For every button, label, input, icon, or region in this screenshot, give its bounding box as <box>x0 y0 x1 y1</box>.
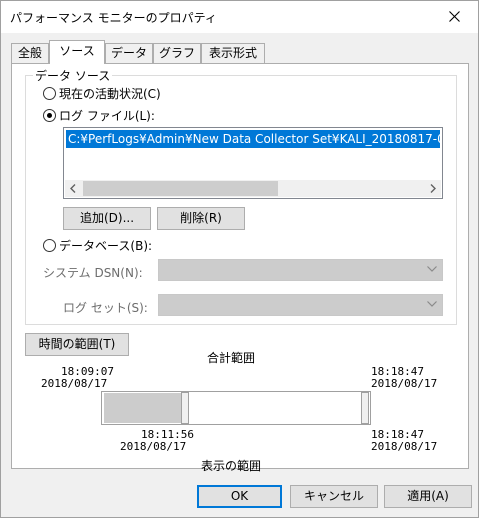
radio-indicator-checked <box>43 109 56 122</box>
ok-button[interactable]: OK <box>197 485 282 508</box>
system-dsn-label: システム DSN(N): <box>43 266 143 280</box>
add-button[interactable]: 追加(D)... <box>63 207 151 230</box>
tab-data[interactable]: データ <box>105 43 153 63</box>
radio-log-files[interactable]: ログ ファイル(L): <box>43 107 155 124</box>
tab-appearance[interactable]: 表示形式 <box>201 43 265 63</box>
range-end-handle[interactable] <box>361 392 369 424</box>
radio-current-activity[interactable]: 現在の活動状況(C) <box>43 85 161 102</box>
horizontal-scrollbar[interactable] <box>65 180 441 197</box>
range-start-handle[interactable] <box>181 392 189 424</box>
tab-source[interactable]: ソース <box>49 40 105 64</box>
data-source-group-title: データ ソース <box>33 67 113 84</box>
system-dsn-dropdown[interactable] <box>158 259 443 281</box>
chevron-down-icon <box>427 301 437 307</box>
log-set-label: ログ セット(S): <box>63 301 148 315</box>
scrollbar-thumb[interactable] <box>83 181 278 196</box>
time-range-button[interactable]: 時間の範囲(T) <box>25 333 129 356</box>
remove-button[interactable]: 削除(R) <box>157 207 245 230</box>
close-icon <box>449 11 460 22</box>
radio-database[interactable]: データベース(B): <box>43 237 152 254</box>
properties-dialog: パフォーマンス モニターのプロパティ 全般 ソース データ グラフ 表示形式 デ… <box>0 0 479 518</box>
chevron-down-icon <box>427 266 437 272</box>
apply-button[interactable]: 適用(A) <box>384 485 472 508</box>
total-start-date: 2018/08/17 <box>41 377 108 390</box>
excluded-range-region <box>104 393 181 423</box>
title-bar: パフォーマンス モニターのプロパティ <box>1 1 478 33</box>
log-file-list[interactable]: C:¥PerfLogs¥Admin¥New Data Collector Set… <box>63 127 443 199</box>
view-start-date: 2018/08/17 <box>120 440 187 453</box>
log-set-dropdown[interactable] <box>158 294 443 316</box>
radio-indicator <box>43 239 56 252</box>
total-end-date: 2018/08/17 <box>371 377 438 390</box>
log-file-item[interactable]: C:¥PerfLogs¥Admin¥New Data Collector Set… <box>66 130 440 148</box>
close-button[interactable] <box>432 1 478 32</box>
window-title: パフォーマンス モニターのプロパティ <box>10 11 217 25</box>
cancel-button[interactable]: キャンセル <box>290 485 378 508</box>
scroll-right-icon[interactable] <box>430 184 436 193</box>
display-range-label: 表示の範囲 <box>200 459 261 473</box>
radio-indicator <box>43 87 56 100</box>
total-range-label: 合計範囲 <box>206 351 255 365</box>
view-end-date: 2018/08/17 <box>371 440 438 453</box>
tab-graph[interactable]: グラフ <box>153 43 201 63</box>
scroll-left-icon[interactable] <box>70 184 76 193</box>
tab-general[interactable]: 全般 <box>11 43 49 63</box>
